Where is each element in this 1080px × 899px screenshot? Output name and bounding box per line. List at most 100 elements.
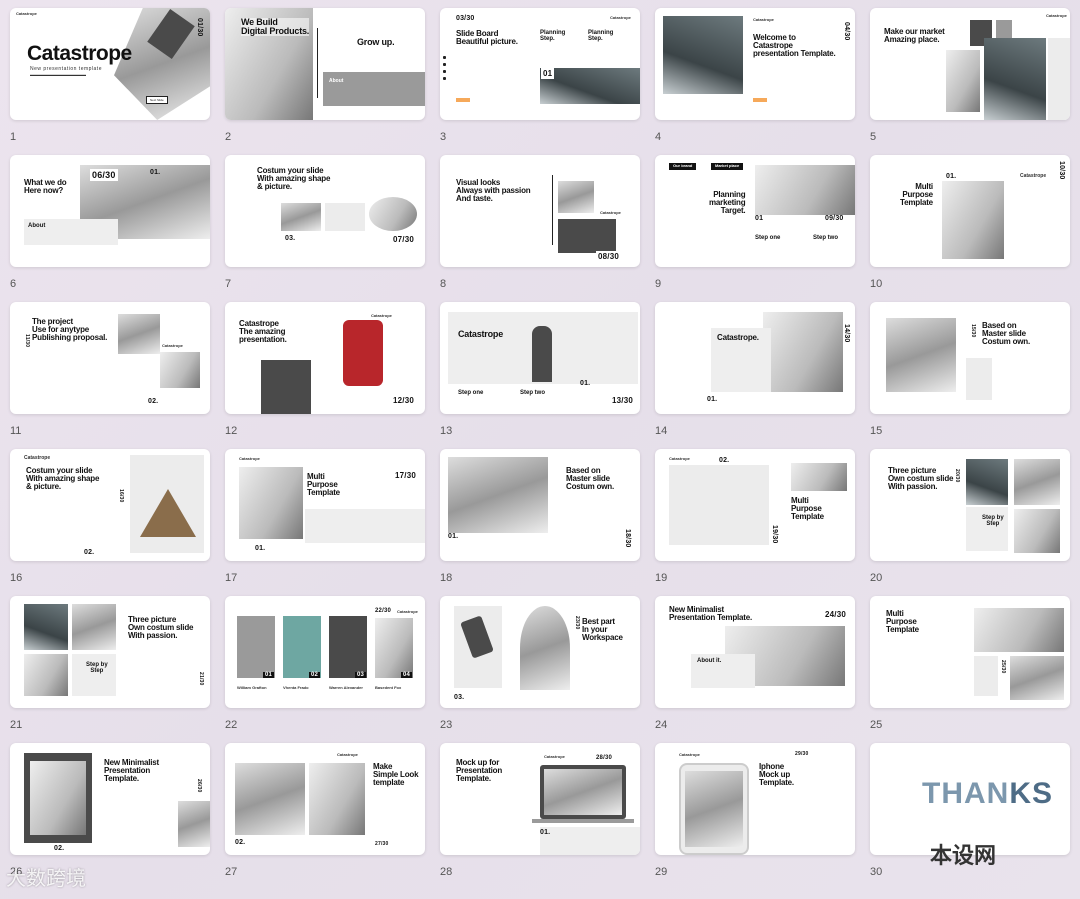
slide-thumbnail-18[interactable]: Based on Master slide Costum own. 01. 18… [440,449,640,596]
slide-thumbnail-9[interactable]: Our brand Market place Planning marketin… [655,155,855,302]
slide-thumbnail-11[interactable]: The project Use for anytype Publishing p… [10,302,210,449]
slide-3-counter: 03/30 [456,15,475,22]
slide-1-body: ▬▬▬▬▬▬▬▬▬▬▬▬▬▬ [30,72,86,77]
slide-11-canvas[interactable]: The project Use for anytype Publishing p… [10,302,210,414]
slide-27-image-2 [309,763,365,835]
slide-25-image-2 [974,656,998,696]
slide-thumbnail-15[interactable]: Based on Master slide Costum own. 15/30 … [870,302,1070,449]
slide-7-box: 03. [285,235,296,242]
slide-15-canvas[interactable]: Based on Master slide Costum own. 15/30 [870,302,1070,414]
slide-9-number: 9 [655,278,662,290]
slide-thumbnail-6[interactable]: 06/30 What we do Here now? About 01. 6 [10,155,210,302]
slide-thumbnail-10[interactable]: Catastrope Multi Purpose Template 01. 10… [870,155,1070,302]
slide-4-number: 4 [655,131,662,143]
slide-thumbnail-28[interactable]: Mock up for Presentation Template. Catas… [440,743,640,890]
slide-24-canvas[interactable]: New Minimalist Presentation Template. 24… [655,596,855,708]
slide-19-canvas[interactable]: Catastrope Multi Purpose Template 02. 19… [655,449,855,561]
slide-sorter-grid: Catastrope Catastrope New presentation t… [10,8,1070,888]
slide-3-canvas[interactable]: 03/30 Slide Board Beautiful picture. Pla… [440,8,640,120]
slide-15-counter: 15/30 [970,324,976,338]
slide-thumbnail-24[interactable]: New Minimalist Presentation Template. 24… [655,596,855,743]
slide-thumbnail-22[interactable]: 22/30 Catastrope 01 02 03 04 William Gra… [225,596,425,743]
slide-thumbnail-7[interactable]: Costum your slide With amazing shape & p… [225,155,425,302]
slide-thumbnail-8[interactable]: Visual looks Always with passion And tas… [440,155,640,302]
slide-thumbnail-20[interactable]: Three picture Own costum slide With pass… [870,449,1070,596]
slide-8-canvas[interactable]: Visual looks Always with passion And tas… [440,155,640,267]
slide-6-number: 6 [10,278,17,290]
slide-thumbnail-17[interactable]: Catastrope Multi Purpose Template 17/30 … [225,449,425,596]
slide-7-canvas[interactable]: Costum your slide With amazing shape & p… [225,155,425,267]
slide-10-image [942,181,1004,259]
slide-14-number: 14 [655,425,668,437]
slide-29-canvas[interactable]: Catastrope Iphone Mock up Template. 29/3… [655,743,855,855]
slide-7-title: Costum your slide With amazing shape & p… [257,166,331,192]
slide-22-canvas[interactable]: 22/30 Catastrope 01 02 03 04 William Gra… [225,596,425,708]
slide-27-image-1 [235,763,305,835]
slide-4-counter: 04/30 [843,22,850,41]
slide-10-canvas[interactable]: Catastrope Multi Purpose Template 01. 10… [870,155,1070,267]
slide-20-number: 20 [870,572,883,584]
slide-12-canvas[interactable]: Catastrope The amazing presentation. Cat… [225,302,425,414]
slide-16-title: Costum your slide With amazing shape & p… [26,466,100,492]
slide-10-box: 01. [946,173,957,180]
slide-22-label-2: 02 [309,672,321,678]
slide-17-canvas[interactable]: Catastrope Multi Purpose Template 17/30 … [225,449,425,561]
slide-13-person [532,326,552,382]
slide-22-name-3: Warren Alexander [329,685,363,690]
slide-thumbnail-1[interactable]: Catastrope Catastrope New presentation t… [10,8,210,155]
slide-24-number: 24 [655,719,668,731]
slide-20-image-2 [1014,459,1060,505]
slide-thumbnail-2[interactable]: We Build Digital Products. Grow up. Abou… [225,8,425,155]
slide-8-counter: 08/30 [596,251,622,262]
slide-21-canvas[interactable]: Step by Step Three picture Own costum sl… [10,596,210,708]
slide-thumbnail-19[interactable]: Catastrope Multi Purpose Template 02. 19… [655,449,855,596]
slide-23-canvas[interactable]: Best part In your Workspace 03. 23/30 [440,596,640,708]
slide-10-title: Multi Purpose Template [900,182,933,208]
slide-18-title: Based on Master slide Costum own. [566,466,615,492]
slide-3-step-1: Planning Step. [540,30,566,42]
slide-thumbnail-5[interactable]: Make our market Amazing place. Catastrop… [870,8,1070,155]
slide-15-number: 15 [870,425,883,437]
slide-25-canvas[interactable]: Multi Purpose Template 25/30 [870,596,1070,708]
slide-2-canvas[interactable]: We Build Digital Products. Grow up. Abou… [225,8,425,120]
slide-18-canvas[interactable]: Based on Master slide Costum own. 01. 18… [440,449,640,561]
slide-13-canvas[interactable]: Catastrope 01. Step one Step two 13/30 [440,302,640,414]
slide-14-canvas[interactable]: Catastrope. 01. 14/30 [655,302,855,414]
slide-29-number: 29 [655,866,668,878]
slide-28-canvas[interactable]: Mock up for Presentation Template. Catas… [440,743,640,855]
slide-6-canvas[interactable]: 06/30 What we do Here now? About 01. [10,155,210,267]
slide-3-orange-button [456,98,470,102]
slide-26-canvas[interactable]: New Minimalist Presentation Template. 02… [10,743,210,855]
slide-9-canvas[interactable]: Our brand Market place Planning marketin… [655,155,855,267]
slide-thumbnail-16[interactable]: Catastrope Costum your slide With amazin… [10,449,210,596]
slide-16-canvas[interactable]: Catastrope Costum your slide With amazin… [10,449,210,561]
slide-thumbnail-29[interactable]: Catastrope Iphone Mock up Template. 29/3… [655,743,855,890]
slide-16-counter: 16/30 [118,489,124,503]
slide-thumbnail-12[interactable]: Catastrope The amazing presentation. Cat… [225,302,425,449]
slide-8-brand: Catastrope [600,210,621,215]
slide-9-tag-2: Market place [711,163,744,170]
slide-4-image [663,16,743,94]
slide-22-name-2: Vhenta Frado [283,685,309,690]
slide-29-counter: 29/30 [795,751,809,757]
slide-thumbnail-3[interactable]: 03/30 Slide Board Beautiful picture. Pla… [440,8,640,155]
slide-1-canvas[interactable]: Catastrope Catastrope New presentation t… [10,8,210,120]
slide-5-canvas[interactable]: Make our market Amazing place. Catastrop… [870,8,1070,120]
slide-thumbnail-25[interactable]: Multi Purpose Template 25/30 25 [870,596,1070,743]
slide-27-canvas[interactable]: Catastrope Make Simple Look template 02.… [225,743,425,855]
slide-19-counter: 19/30 [771,525,778,544]
slide-thumbnail-13[interactable]: Catastrope 01. Step one Step two 13/30 1… [440,302,640,449]
slide-thumbnail-4[interactable]: Catastrope Welcome to Catastrope present… [655,8,855,155]
slide-23-counter: 23/30 [574,616,580,630]
slide-thumbnail-14[interactable]: Catastrope. 01. 14/30 14 [655,302,855,449]
slide-23-box: 03. [454,694,465,701]
slide-thumbnail-27[interactable]: Catastrope Make Simple Look template 02.… [225,743,425,890]
slide-21-counter: 21/30 [198,672,204,686]
slide-thumbnail-23[interactable]: Best part In your Workspace 03. 23/30 23 [440,596,640,743]
slide-20-title: Three picture Own costum slide With pass… [888,466,954,492]
slide-9-counter: 09/30 [825,215,844,222]
slide-6-counter: 06/30 [90,169,118,181]
slide-20-canvas[interactable]: Three picture Own costum slide With pass… [870,449,1070,561]
slide-thumbnail-21[interactable]: Step by Step Three picture Own costum sl… [10,596,210,743]
slide-4-canvas[interactable]: Catastrope Welcome to Catastrope present… [655,8,855,120]
